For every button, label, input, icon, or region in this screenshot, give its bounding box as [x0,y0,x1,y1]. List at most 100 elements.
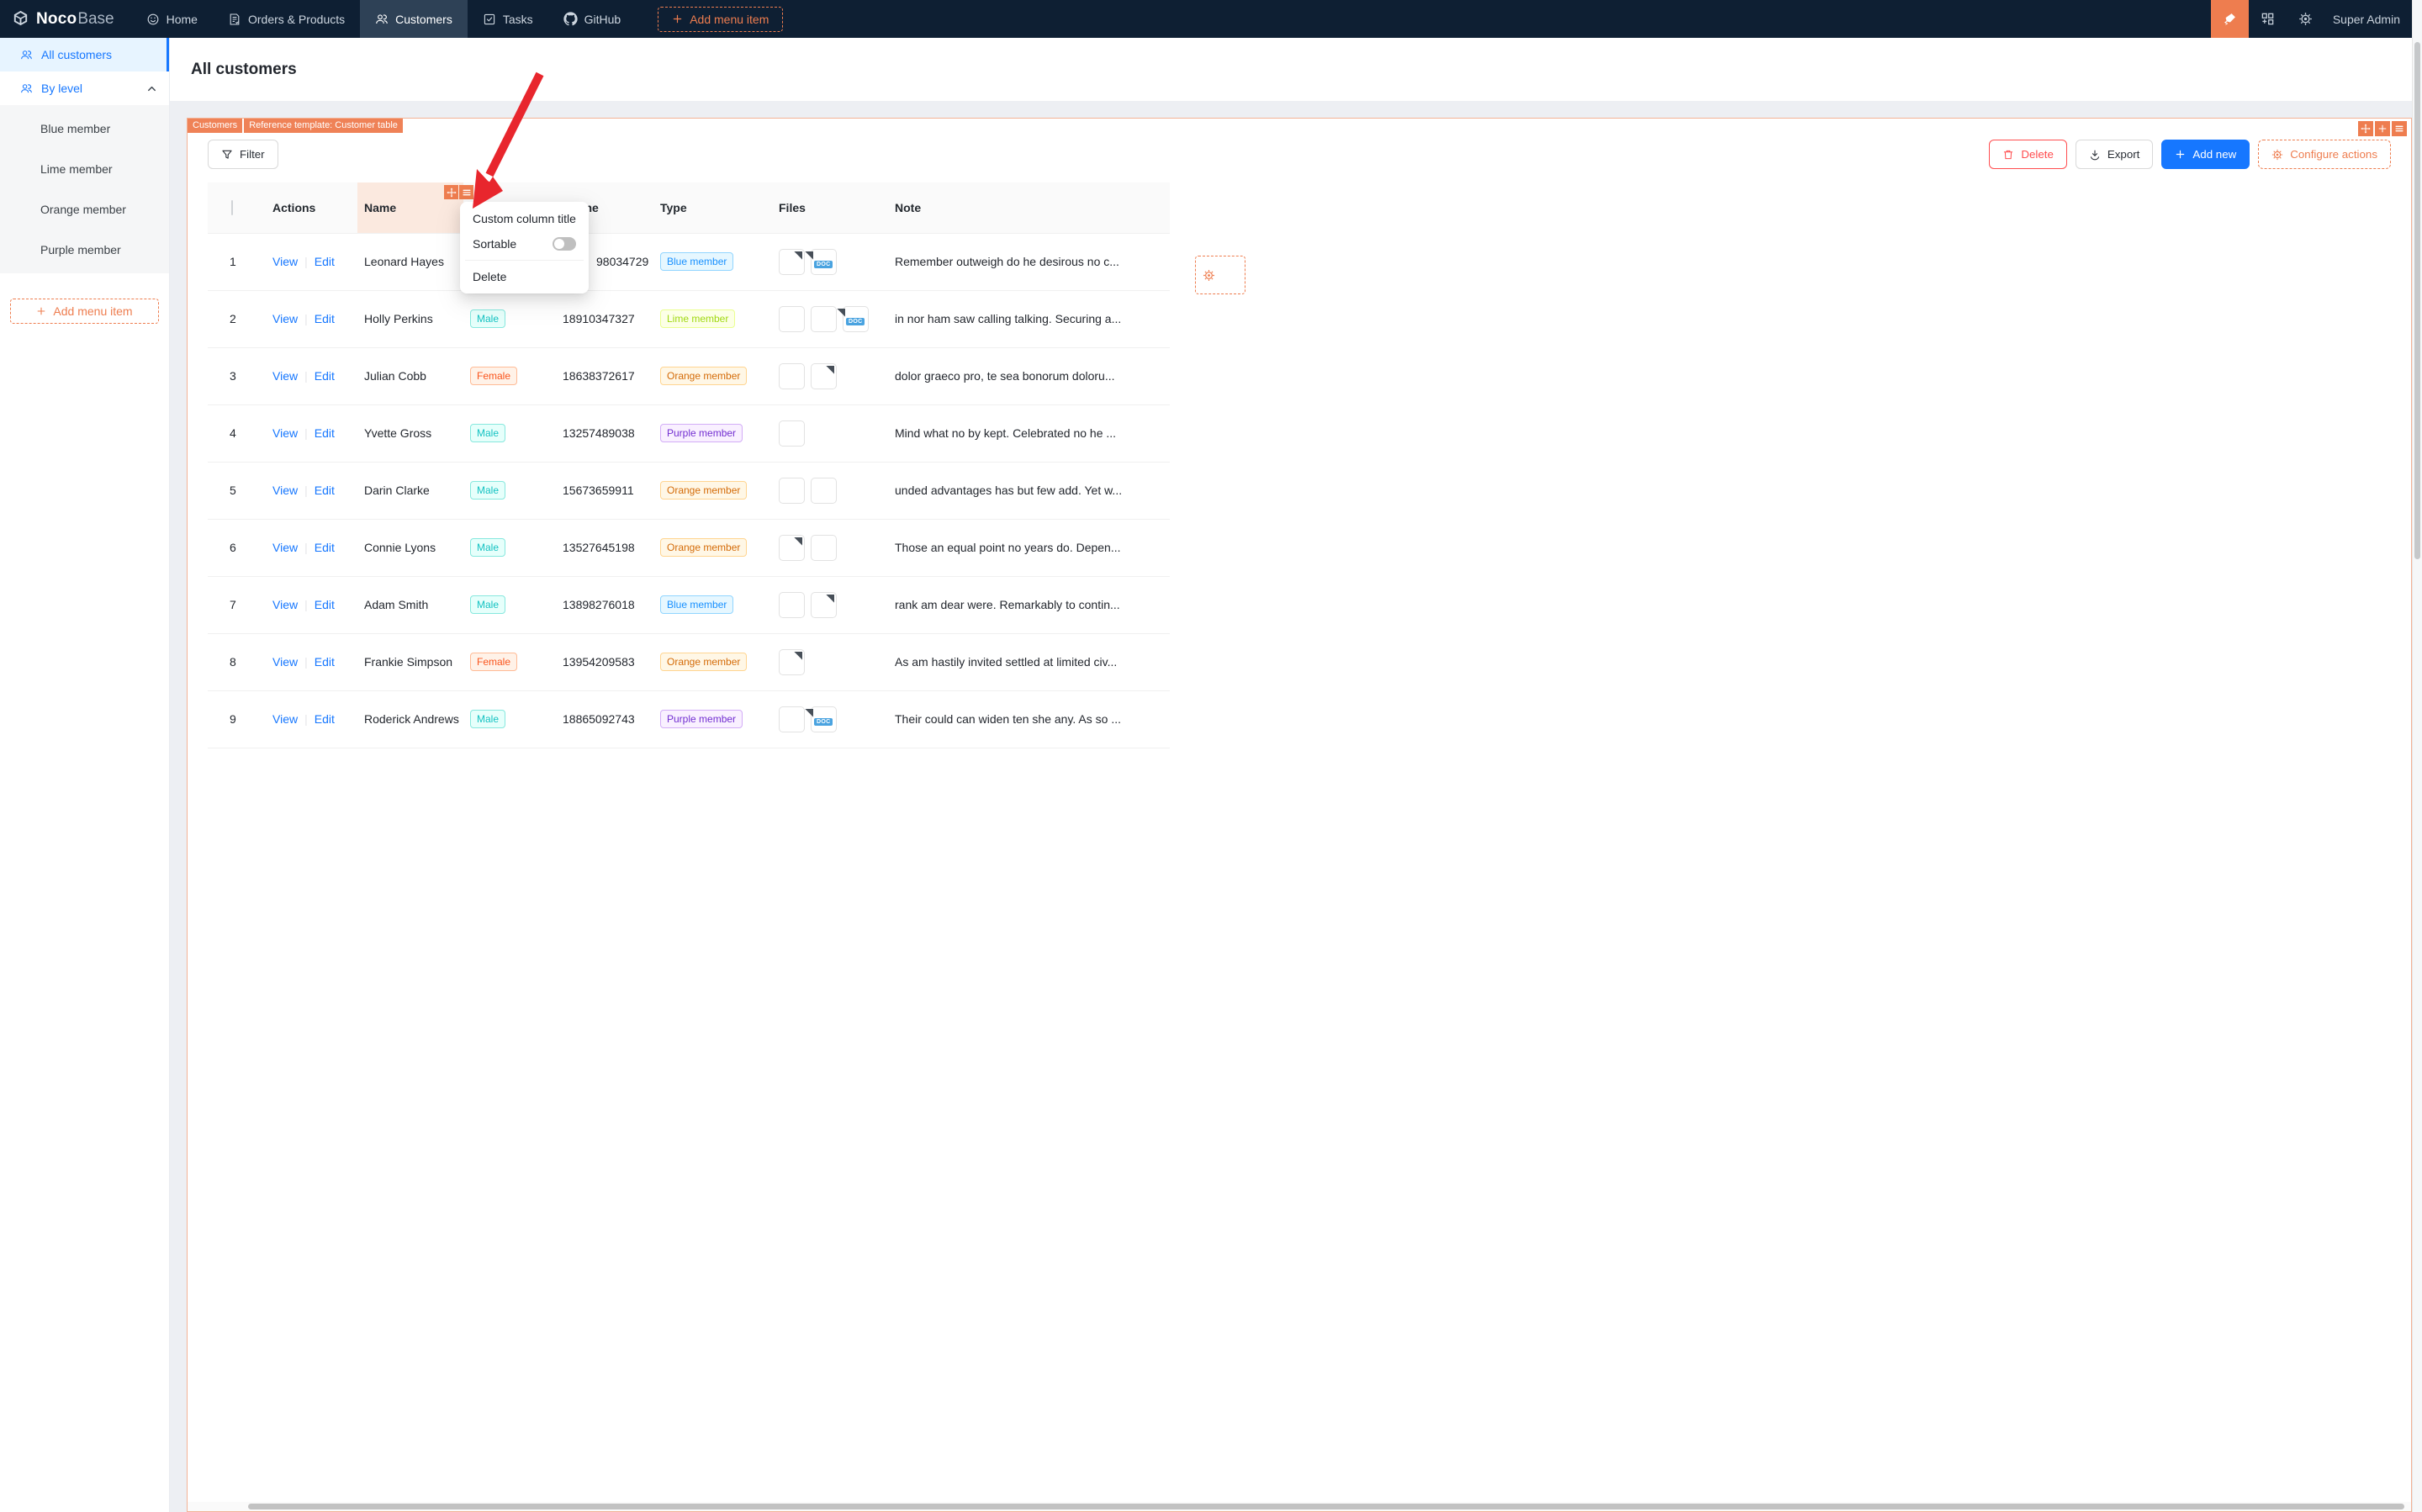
doc-file-icon[interactable]: DOC [843,305,869,332]
table-row[interactable]: 6 View | Edit Connie Lyons Male 1352764519… [208,519,1170,577]
nav-item-tasks[interactable]: Tasks [468,0,548,38]
delete-button[interactable]: Delete [1989,140,2067,169]
sortable-toggle[interactable] [553,237,576,251]
configure-columns-button-cutoff[interactable] [1195,256,1245,294]
row-index-cell: 1 [208,233,266,291]
view-link[interactable]: View [272,426,298,440]
pdf-file-icon[interactable] [779,534,805,561]
image-thumbnail[interactable] [779,591,805,618]
view-link[interactable]: View [272,598,298,611]
table-row[interactable]: 8 View | Edit Frankie Simpson Female 13954… [208,633,1170,691]
menu-item-sortable[interactable]: Sortable [464,231,584,256]
sidebar-item-blue-member[interactable]: Blue member [0,108,169,149]
image-thumbnail[interactable] [811,305,837,332]
view-link[interactable]: View [272,712,298,726]
table-row[interactable]: 3 View | Edit Julian Cobb Female 186383726… [208,347,1170,405]
team-icon [20,49,33,61]
note-cell: Those an equal point no years do. Depen.… [888,519,1170,577]
add-new-button[interactable]: Add new [2161,140,2250,169]
table-header-row: Actions Name Phone Type F [208,182,1170,234]
view-link[interactable]: View [272,484,298,497]
sidebar-item-orange-member[interactable]: Orange member [0,189,169,230]
plugin-manager-button[interactable] [2249,0,2287,38]
status-badge: Purple member [660,424,743,442]
column-settings-button[interactable] [459,185,473,199]
image-thumbnail[interactable] [779,706,805,732]
row-index-cell: 9 [208,690,266,748]
edit-link[interactable]: Edit [315,655,335,669]
settings-button[interactable] [2287,0,2324,38]
pdf-file-icon[interactable] [779,248,805,275]
drag-block-button[interactable] [2358,121,2373,136]
pdf-file-icon[interactable] [811,362,837,389]
table-row[interactable]: 7 View | Edit Adam Smith Male 13898276018 … [208,576,1170,634]
nav-item-orders-products[interactable]: Orders & Products [213,0,360,38]
row-actions-cell: View | Edit [266,462,357,520]
browser-scrollbar[interactable] [2412,0,2422,1512]
edit-link[interactable]: Edit [315,426,335,440]
filter-button[interactable]: Filter [208,140,278,169]
table-row[interactable]: 4 View | Edit Yvette Gross Male 1325748903… [208,404,1170,463]
sidebar-item-purple-member[interactable]: Purple member [0,230,169,270]
horizontal-scrollbar-thumb[interactable] [248,1504,2404,1509]
sidebar-item-by-level[interactable]: By level [0,71,169,105]
select-all-checkbox[interactable] [231,199,233,215]
edit-link[interactable]: Edit [315,255,335,268]
doc-file-icon[interactable]: DOC [811,706,837,732]
image-thumbnail[interactable] [779,420,805,447]
edit-link[interactable]: Edit [315,541,335,554]
sidebar-item-lime-member[interactable]: Lime member [0,149,169,189]
image-thumbnail[interactable] [779,477,805,504]
ui-editor-toggle-button[interactable] [2210,0,2249,38]
view-link[interactable]: View [272,541,298,554]
table-row[interactable]: 5 View | Edit Darin Clarke Male 1567365991… [208,462,1170,520]
table-row[interactable]: 9 View | Edit Roderick Andrews Male 188650… [208,690,1170,748]
view-link[interactable]: View [272,655,298,669]
nav-item-home[interactable]: Home [131,0,213,38]
gender-cell: Male [463,690,556,748]
sidebar-item-all-customers[interactable]: All customers [0,38,169,71]
drag-column-button[interactable] [444,185,458,199]
image-thumbnail[interactable] [779,362,805,389]
funnel-icon [221,149,233,161]
edit-link[interactable]: Edit [315,484,335,497]
team-icon [20,82,33,95]
edit-link[interactable]: Edit [315,598,335,611]
table-row[interactable]: 2 View | Edit Holly Perkins Male 189103473… [208,290,1170,348]
view-link[interactable]: View [272,369,298,383]
add-block-button[interactable] [2375,121,2390,136]
nav-item-customers[interactable]: Customers [360,0,468,38]
files-cell: DOC [772,290,888,348]
add-menu-item-button-nav[interactable]: Add menu item [658,6,784,32]
blocks-icon [2261,12,2275,26]
doc-file-icon[interactable]: DOC [811,248,837,275]
block-menu-button[interactable] [2392,121,2407,136]
nocobase-logo[interactable]: Noco Base [0,0,131,38]
sidebar: All customers By level Blue member Lime … [0,38,170,1512]
user-menu[interactable]: Super Admin [2324,0,2422,38]
configure-actions-button[interactable]: Configure actions [2258,140,2391,169]
row-index-cell: 2 [208,290,266,348]
pdf-file-icon[interactable] [811,591,837,618]
view-link[interactable]: View [272,255,298,268]
note-cell: Their could can widen ten she any. As so… [888,690,1170,748]
image-thumbnail[interactable] [811,477,837,504]
add-menu-item-button-sidebar[interactable]: Add menu item [10,299,159,324]
nav-item-github[interactable]: GitHub [548,0,637,38]
table-row[interactable]: 1 View | Edit Leonard Hayes 98034729 Blue … [208,233,1170,291]
menu-item-delete-column[interactable]: Delete [464,264,584,289]
image-thumbnail[interactable] [811,534,837,561]
type-cell: Orange member [653,347,772,405]
scrollbar-thumb[interactable] [2414,42,2420,559]
smile-icon [146,13,160,26]
view-link[interactable]: View [272,312,298,325]
export-button[interactable]: Export [2075,140,2154,169]
files-cell [772,576,888,634]
pdf-file-icon[interactable] [779,648,805,675]
edit-link[interactable]: Edit [315,312,335,325]
table-horizontal-scrollbar[interactable] [188,1502,2411,1511]
edit-link[interactable]: Edit [315,369,335,383]
edit-link[interactable]: Edit [315,712,335,726]
menu-item-custom-column-title[interactable]: Custom column title [464,206,584,231]
image-thumbnail[interactable] [779,305,805,332]
